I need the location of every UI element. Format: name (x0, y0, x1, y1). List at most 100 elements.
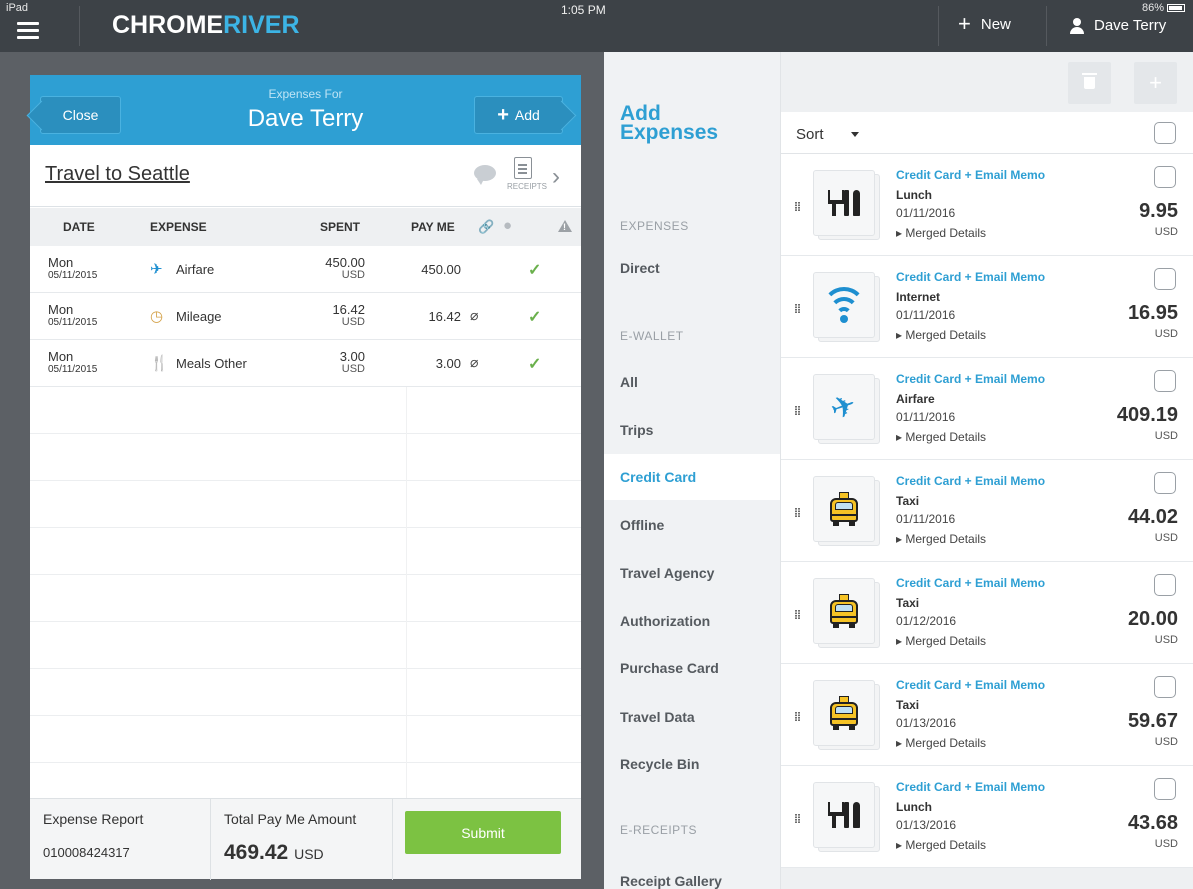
list-item[interactable]: ⁞⁞ Credit Card + Email Memo Lunch 01/11/… (781, 154, 1193, 256)
merged-details-toggle[interactable]: ▸ Merged Details (896, 328, 986, 342)
nav-item-travel-data[interactable]: Travel Data (604, 694, 780, 740)
comment-column-icon: ● (503, 217, 513, 234)
top-bar: iPad 1:05 PM 86% CHROMERIVER + New Dave … (0, 0, 1193, 52)
empty-row (30, 528, 581, 575)
check-icon: ✓ (528, 262, 542, 279)
item-checkbox[interactable] (1154, 676, 1176, 698)
user-menu-button[interactable]: Dave Terry (1070, 17, 1166, 34)
merged-details-toggle[interactable]: ▸ Merged Details (896, 430, 986, 444)
report-title[interactable]: Travel to Seattle (45, 163, 190, 186)
table-row[interactable]: Mon 05/11/2015 ◷ Mileage 16.42 USD 16.42… (30, 293, 581, 340)
nav-item-purchase-card[interactable]: Purchase Card (604, 645, 780, 691)
row-day: Mon (48, 302, 74, 317)
expense-report-label: Expense Report (43, 811, 144, 827)
drag-handle-icon[interactable]: ⁞⁞ (794, 608, 801, 622)
item-checkbox[interactable] (1154, 166, 1176, 188)
meals-icon: 🍴 (150, 355, 169, 372)
nav-item-receipt-gallery[interactable]: Receipt Gallery (604, 858, 780, 889)
trash-icon (1082, 73, 1097, 89)
table-row[interactable]: Mon 05/11/2015 ✈ Airfare 450.00 USD 450.… (30, 246, 581, 293)
item-source[interactable]: Credit Card + Email Memo (896, 780, 1045, 794)
check-icon: ✓ (528, 309, 542, 326)
item-checkbox[interactable] (1154, 574, 1176, 596)
attachment-icon[interactable]: ⌀ (470, 354, 478, 371)
status-time: 1:05 PM (561, 3, 606, 17)
column-spent[interactable]: SPENT (320, 220, 360, 234)
item-checkbox[interactable] (1154, 472, 1176, 494)
item-date: 01/11/2016 (896, 410, 956, 424)
nav-item-recycle-bin[interactable]: Recycle Bin (604, 741, 780, 787)
submit-button[interactable]: Submit (405, 811, 561, 854)
comment-icon[interactable] (474, 165, 496, 185)
drag-handle-icon[interactable]: ⁞⁞ (794, 812, 801, 826)
attachment-icon[interactable]: ⌀ (470, 307, 478, 324)
row-spent: 450.00 (325, 255, 365, 270)
expense-card-list: ⁞⁞ Credit Card + Email Memo Lunch 01/11/… (781, 154, 1193, 868)
drag-handle-icon[interactable]: ⁞⁞ (794, 710, 801, 724)
merged-details-toggle[interactable]: ▸ Merged Details (896, 532, 986, 546)
item-source[interactable]: Credit Card + Email Memo (896, 270, 1045, 284)
column-pay-me[interactable]: PAY ME (411, 220, 455, 234)
list-item[interactable]: ⁞⁞ ✈ Credit Card + Email Memo Airfare 01… (781, 358, 1193, 460)
item-source[interactable]: Credit Card + Email Memo (896, 372, 1045, 386)
item-source[interactable]: Credit Card + Email Memo (896, 678, 1045, 692)
merged-details-label: Merged Details (905, 634, 987, 648)
list-item[interactable]: ⁞⁞ Credit Card + Email Memo Internet 01/… (781, 256, 1193, 358)
empty-row (30, 669, 581, 716)
delete-button[interactable] (1068, 62, 1111, 104)
sort-dropdown[interactable]: Sort (796, 126, 824, 143)
item-date: 01/13/2016 (896, 716, 957, 730)
empty-row (30, 434, 581, 481)
taxi-icon (813, 680, 875, 746)
empty-row (30, 575, 581, 622)
taxi-icon (813, 476, 875, 542)
merged-details-toggle[interactable]: ▸ Merged Details (896, 838, 986, 852)
nav-item-authorization[interactable]: Authorization (604, 598, 780, 644)
drag-handle-icon[interactable]: ⁞⁞ (794, 200, 801, 214)
sort-row: Sort (781, 112, 1193, 154)
nav-item-offline[interactable]: Offline (604, 502, 780, 548)
e-wallet-list-pane: + Sort ⁞⁞ Credit Card + Email Memo Lunch… (781, 52, 1193, 889)
merged-details-toggle[interactable]: ▸ Merged Details (896, 226, 986, 240)
receipts-icon[interactable] (514, 157, 532, 179)
item-currency: USD (1154, 328, 1178, 340)
total-amount-currency: USD (294, 846, 324, 862)
column-date[interactable]: DATE (63, 220, 95, 234)
item-source[interactable]: Credit Card + Email Memo (896, 168, 1045, 182)
drag-handle-icon[interactable]: ⁞⁞ (794, 302, 801, 316)
column-expense[interactable]: EXPENSE (150, 220, 207, 234)
list-item[interactable]: ⁞⁞ Credit Card + Email Memo Taxi 01/12/2… (781, 562, 1193, 664)
list-item[interactable]: ⁞⁞ Credit Card + Email Memo Taxi 01/13/2… (781, 664, 1193, 766)
item-date: 01/13/2016 (896, 818, 957, 832)
chevron-right-icon[interactable]: › (552, 163, 560, 191)
item-checkbox[interactable] (1154, 778, 1176, 800)
select-all-checkbox[interactable] (1154, 122, 1176, 144)
item-source[interactable]: Credit Card + Email Memo (896, 474, 1045, 488)
nav-item-travel-agency[interactable]: Travel Agency (604, 550, 780, 596)
caret-down-icon[interactable] (851, 132, 859, 137)
merged-details-toggle[interactable]: ▸ Merged Details (896, 736, 986, 750)
item-currency: USD (1154, 226, 1178, 238)
nav-item-credit-card[interactable]: Credit Card (604, 454, 780, 500)
item-checkbox[interactable] (1154, 268, 1176, 290)
add-expenses-nav: Add Expenses EXPENSES Direct E-WALLET Al… (604, 52, 781, 889)
add-expense-button[interactable]: + Add (474, 96, 563, 134)
drag-handle-icon[interactable]: ⁞⁞ (794, 404, 801, 418)
add-to-report-button[interactable]: + (1134, 62, 1177, 104)
new-button[interactable]: + New (958, 11, 1011, 36)
plus-icon: + (958, 11, 971, 36)
merged-details-toggle[interactable]: ▸ Merged Details (896, 634, 986, 648)
item-checkbox[interactable] (1154, 370, 1176, 392)
table-row[interactable]: Mon 05/11/2015 🍴 Meals Other 3.00 USD 3.… (30, 340, 581, 387)
list-item[interactable]: ⁞⁞ Credit Card + Email Memo Taxi 01/11/2… (781, 460, 1193, 562)
plus-icon: + (1149, 70, 1162, 95)
drag-handle-icon[interactable]: ⁞⁞ (794, 506, 801, 520)
mileage-icon: ◷ (150, 308, 164, 325)
nav-item-trips[interactable]: Trips (604, 407, 780, 453)
list-item[interactable]: ⁞⁞ Credit Card + Email Memo Lunch 01/13/… (781, 766, 1193, 868)
nav-item-direct[interactable]: Direct (604, 245, 780, 291)
item-source[interactable]: Credit Card + Email Memo (896, 576, 1045, 590)
menu-icon[interactable] (17, 22, 39, 43)
item-type: Taxi (896, 698, 920, 712)
nav-item-all[interactable]: All (604, 359, 780, 405)
